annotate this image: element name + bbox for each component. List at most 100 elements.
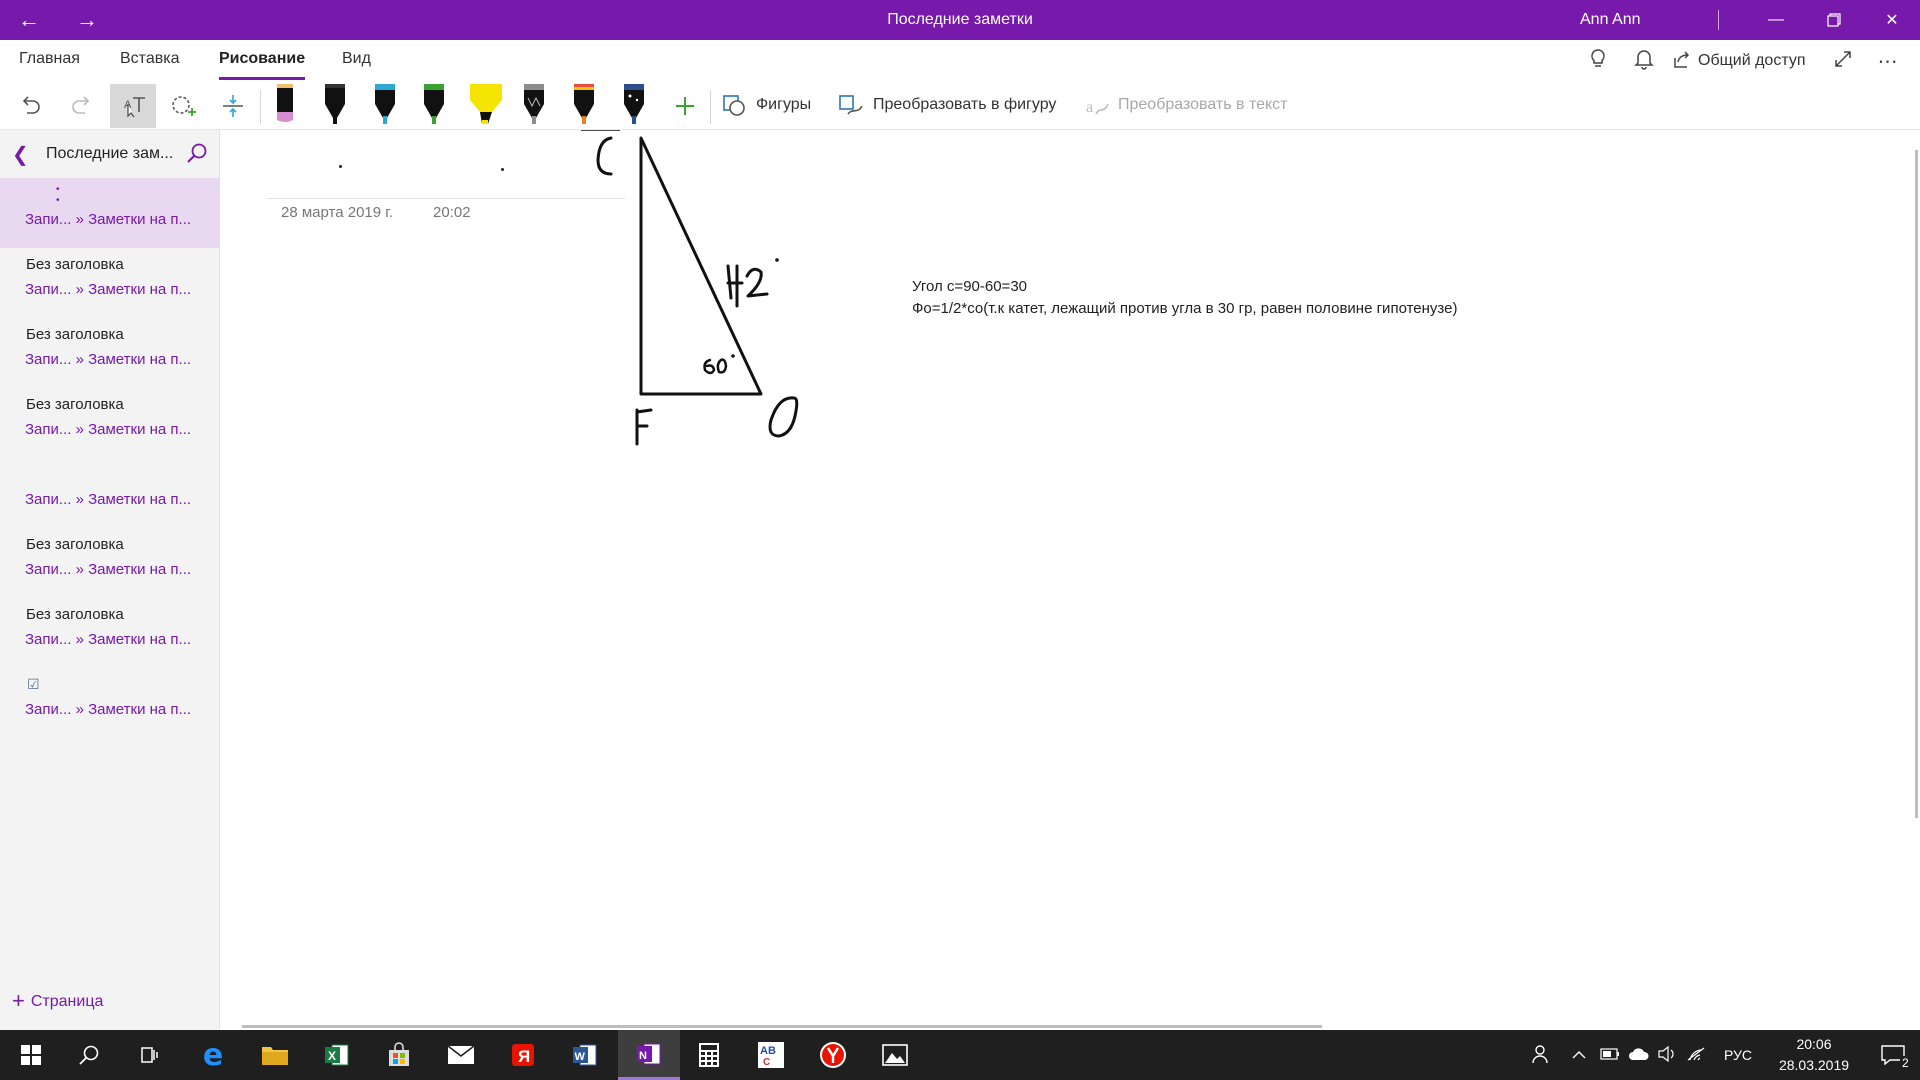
calculator-icon xyxy=(699,1043,719,1067)
checkbox-icon: ☑ xyxy=(27,676,40,692)
excel-app[interactable]: X xyxy=(306,1030,368,1080)
wifi-icon[interactable] xyxy=(1686,1046,1718,1065)
pen-black-icon[interactable] xyxy=(317,82,353,130)
pen-green-icon[interactable] xyxy=(416,82,452,130)
start-button[interactable] xyxy=(0,1030,62,1080)
page-list-item[interactable]: ☑ Запи... » Заметки на п... xyxy=(0,668,220,738)
page-time: 20:02 xyxy=(433,204,471,221)
back-arrow-icon[interactable]: ← xyxy=(0,0,58,40)
user-name[interactable]: Ann Ann xyxy=(1580,0,1641,40)
search-icon xyxy=(79,1045,99,1065)
add-page-button[interactable]: + Страница xyxy=(12,988,103,1014)
forward-arrow-icon[interactable]: → xyxy=(58,0,116,40)
note-line-2: Фо=1/2*со(т.к катет, лежащий против угла… xyxy=(912,300,1458,317)
add-space-icon xyxy=(223,95,243,117)
page-list-item[interactable]: Без заголовка Запи... » Заметки на п... xyxy=(0,598,220,668)
pen-cyan-icon[interactable] xyxy=(367,82,403,130)
page-path: Запи... » Заметки на п... xyxy=(25,491,192,508)
page-path: Запи... » Заметки на п... xyxy=(25,631,192,648)
ink-preview: • • xyxy=(56,184,120,206)
note-canvas[interactable]: 28 марта 2019 г. 20:02 Угол с=90-60=30 Ф… xyxy=(221,130,1920,1030)
pen-black-pink-icon[interactable] xyxy=(267,82,303,130)
undo-button[interactable] xyxy=(8,84,54,128)
lasso-select-button[interactable] xyxy=(160,84,206,128)
page-list-item[interactable]: Запи... » Заметки на п... xyxy=(0,458,220,528)
add-pen-button[interactable] xyxy=(662,84,708,128)
tab-draw[interactable]: Рисование xyxy=(219,50,306,80)
note-line-1: Угол с=90-60=30 xyxy=(912,278,1027,295)
windows-logo-icon xyxy=(21,1045,41,1065)
restore-icon[interactable] xyxy=(1806,0,1862,40)
vertical-scrollbar[interactable] xyxy=(1915,150,1918,818)
ink-dot xyxy=(339,165,342,168)
file-explorer-app[interactable] xyxy=(244,1030,306,1080)
cloud-icon[interactable] xyxy=(1628,1047,1658,1064)
search-icon[interactable] xyxy=(186,142,208,169)
title-bar: ← → Последние заметки Ann Ann — ✕ xyxy=(0,0,1920,40)
page-path: Запи... » Заметки на п... xyxy=(25,211,192,228)
bell-icon[interactable] xyxy=(1634,48,1664,75)
lightbulb-icon[interactable] xyxy=(1588,48,1618,75)
ink-to-shape-icon xyxy=(838,94,864,123)
note-text[interactable]: Угол с=90-60=30 Фо=1/2*со(т.к катет, леж… xyxy=(912,276,1457,320)
ribbon-right-icons: Общий доступ ⋯ xyxy=(1588,40,1899,82)
store-app[interactable] xyxy=(368,1030,430,1080)
photos-app[interactable] xyxy=(864,1030,926,1080)
page-list-item[interactable]: Без заголовка Запи... » Заметки на п... xyxy=(0,318,220,388)
yandex-browser-app[interactable] xyxy=(802,1030,864,1080)
share-button[interactable]: Общий доступ xyxy=(1672,49,1806,74)
mail-app[interactable] xyxy=(430,1030,492,1080)
shapes-button[interactable]: Фигуры xyxy=(756,96,811,114)
svg-text:X: X xyxy=(328,1049,336,1063)
close-icon[interactable]: ✕ xyxy=(1864,0,1920,40)
search-taskbar-button[interactable] xyxy=(58,1030,120,1080)
page-list-item[interactable]: Без заголовка Запи... » Заметки на п... xyxy=(0,388,220,458)
highlighter-yellow-icon[interactable] xyxy=(466,82,502,130)
action-center-button[interactable]: 2 xyxy=(1866,1030,1920,1080)
edge-icon: e xyxy=(202,1037,224,1073)
clock-date: 28.03.2019 xyxy=(1778,1057,1850,1073)
type-select-button[interactable]: A xyxy=(110,84,156,128)
task-view-button[interactable] xyxy=(118,1030,180,1080)
back-chevron-icon[interactable]: ❮ xyxy=(12,142,29,167)
language-indicator[interactable]: РУС xyxy=(1724,1047,1752,1063)
chevron-up-icon[interactable] xyxy=(1572,1047,1600,1063)
edge-app[interactable]: e xyxy=(182,1030,244,1080)
folder-icon xyxy=(262,1047,288,1065)
title-separator xyxy=(1718,10,1719,30)
fullscreen-icon[interactable] xyxy=(1834,50,1864,73)
notification-count: 2 xyxy=(1900,1056,1911,1070)
toolbar-separator xyxy=(260,90,261,124)
abc-icon: ABC xyxy=(758,1042,784,1068)
pen-gray-icon[interactable] xyxy=(516,82,552,130)
clock[interactable]: 20:06 28.03.2019 xyxy=(1772,1034,1856,1076)
battery-icon[interactable] xyxy=(1600,1047,1628,1063)
people-icon[interactable] xyxy=(1532,1044,1572,1067)
minimize-icon[interactable]: — xyxy=(1748,0,1804,40)
tab-view[interactable]: Вид xyxy=(342,50,371,80)
more-options-icon[interactable]: ⋯ xyxy=(1878,49,1899,74)
tab-home[interactable]: Главная xyxy=(19,50,80,80)
tab-insert[interactable]: Вставка xyxy=(120,50,179,80)
add-page-label: Страница xyxy=(30,993,104,1010)
yandex-app[interactable]: Я xyxy=(492,1030,554,1080)
redo-button[interactable] xyxy=(58,84,104,128)
abc-app[interactable]: AB C xyxy=(740,1030,802,1080)
word-app[interactable]: W xyxy=(554,1030,616,1080)
page-list-item[interactable]: Без заголовка Запи... » Заметки на п... xyxy=(0,248,220,318)
task-view-icon xyxy=(141,1047,158,1063)
pen-galaxy-icon[interactable] xyxy=(616,82,652,130)
onenote-app[interactable]: N xyxy=(618,1030,680,1080)
ink-to-shape-button[interactable]: Преобразовать в фигуру xyxy=(873,96,1056,114)
calculator-app[interactable] xyxy=(678,1030,740,1080)
svg-text:AB: AB xyxy=(760,1045,776,1057)
horizontal-scrollbar[interactable] xyxy=(242,1025,1322,1028)
pen-rainbow-icon[interactable] xyxy=(566,82,602,130)
pages-sidebar: ❮ Последние зам... • • Запи... » Заметки… xyxy=(0,130,220,1030)
volume-icon[interactable] xyxy=(1658,1045,1686,1065)
ink-to-text-button[interactable]: Преобразовать в текст xyxy=(1118,96,1288,114)
page-list-item[interactable]: • • Запи... » Заметки на п... xyxy=(0,178,220,248)
page-list-item[interactable]: Без заголовка Запи... » Заметки на п... xyxy=(0,528,220,598)
add-space-button[interactable] xyxy=(210,84,256,128)
redo-icon xyxy=(72,96,90,114)
